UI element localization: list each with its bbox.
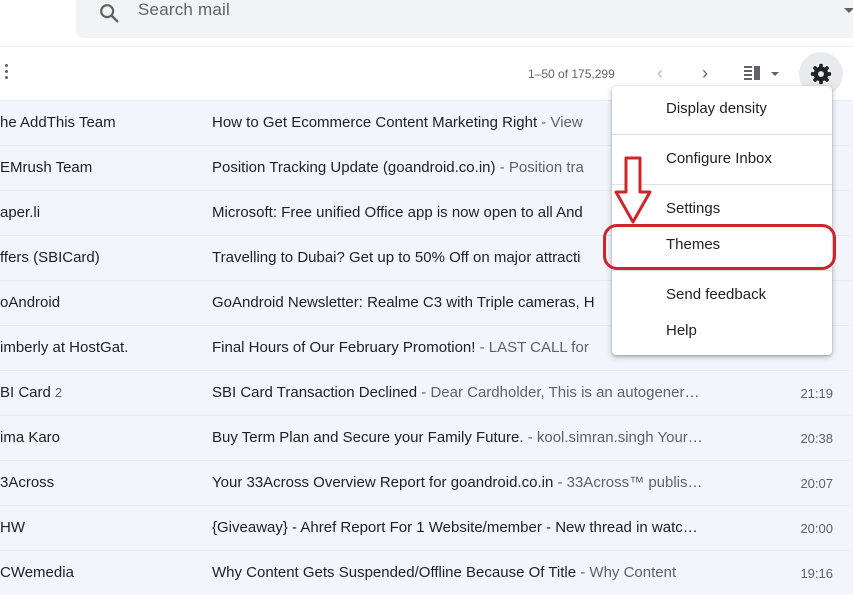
search-input[interactable]: Search mail (138, 0, 230, 20)
menu-item-configure-inbox[interactable]: Configure Inbox (666, 150, 772, 167)
mail-time: 20:38 (800, 431, 833, 446)
mail-subject: Buy Term Plan and Secure your Family Fut… (212, 429, 703, 446)
newer-button[interactable]: ‹ (657, 64, 671, 82)
mail-sender: ima Karo (0, 429, 61, 446)
mail-row[interactable]: 3Across Your 33Across Overview Report fo… (0, 460, 853, 505)
older-button[interactable]: › (702, 64, 716, 82)
mail-sender: oAndroid (0, 294, 61, 311)
mail-subject: {Giveaway} - Ahref Report For 1 Website/… (212, 519, 698, 536)
mail-snippet: - Dear Cardholder, This is an autogener… (417, 384, 700, 401)
menu-item-display-density[interactable]: Display density (666, 100, 767, 117)
mail-sender: CWemedia (0, 564, 74, 581)
menu-item-send-feedback[interactable]: Send feedback (666, 286, 766, 303)
mail-time: 20:07 (800, 476, 833, 491)
mail-sender: BI Card 2 (0, 384, 63, 401)
mail-sender: he AddThis Team (0, 114, 116, 131)
mail-subject: Your 33Across Overview Report for goandr… (212, 474, 703, 491)
mail-sender: ffers (SBICard) (0, 249, 100, 266)
mail-snippet: - Why Content (576, 564, 677, 581)
mail-snippet: - LAST CALL for (475, 339, 589, 356)
mail-sender: 3Across (0, 474, 55, 491)
split-pane-icon[interactable] (744, 66, 762, 80)
gear-icon (810, 63, 832, 85)
mail-time: 19:16 (800, 566, 833, 581)
mail-row[interactable]: HW {Giveaway} - Ahref Report For 1 Websi… (0, 505, 853, 550)
mail-snippet: - View (537, 114, 583, 131)
mail-sender: imberly at HostGat. (0, 339, 129, 356)
split-pane-dropdown-icon[interactable] (771, 72, 779, 76)
mail-subject: Why Content Gets Suspended/Offline Becau… (212, 564, 677, 581)
mail-row[interactable]: CWemedia Why Content Gets Suspended/Offl… (0, 550, 853, 595)
search-options-icon[interactable] (844, 8, 853, 13)
annotation-arrow-icon (614, 156, 652, 224)
menu-item-settings[interactable]: Settings (666, 200, 720, 217)
mail-sender: HW (0, 519, 25, 536)
mail-sender: EMrush Team (0, 159, 93, 176)
menu-divider (612, 270, 832, 271)
more-options-icon[interactable] (4, 64, 10, 82)
mail-snippet: - kool.simran.singh Your… (523, 429, 703, 446)
thread-count: 2 (54, 385, 63, 400)
mail-subject: SBI Card Transaction Declined - Dear Car… (212, 384, 700, 401)
mail-row[interactable]: ima Karo Buy Term Plan and Secure your F… (0, 415, 853, 460)
mail-snippet: - Position tra (495, 159, 584, 176)
search-icon[interactable] (98, 2, 120, 24)
mail-row[interactable]: BI Card 2 SBI Card Transaction Declined -… (0, 370, 853, 415)
mail-time: 21:19 (800, 386, 833, 401)
divider (0, 46, 853, 47)
themes-highlight (603, 224, 836, 270)
search-bar[interactable]: Search mail (76, 0, 853, 38)
pagination-count: 1–50 of 175,299 (528, 67, 615, 81)
mail-snippet: - 33Across™ publis… (553, 474, 703, 491)
menu-item-help[interactable]: Help (666, 322, 697, 339)
mail-sender: aper.li (0, 204, 41, 221)
mail-time: 20:00 (800, 521, 833, 536)
menu-divider (612, 134, 832, 135)
